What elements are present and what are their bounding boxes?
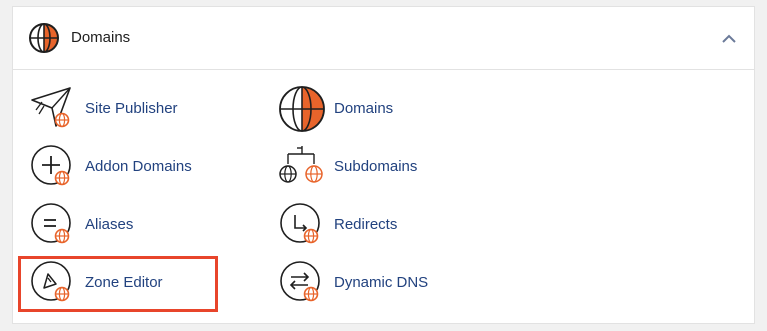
- tool-label-redirects: Redirects: [334, 216, 398, 233]
- swap-arrows-icon: [280, 261, 320, 302]
- redirect-arrow-icon: [280, 203, 320, 244]
- tool-label-subdomains: Subdomains: [334, 158, 418, 175]
- panel-header[interactable]: Domains: [13, 7, 754, 70]
- paper-plane-icon: [31, 87, 71, 128]
- equals-icon: [31, 203, 71, 244]
- tool-addon-domains[interactable]: Addon Domains: [30, 144, 250, 190]
- globe-icon: [29, 23, 59, 53]
- tool-redirects[interactable]: Redirects: [279, 202, 499, 248]
- chevron-up-icon[interactable]: [717, 29, 741, 49]
- tool-label-addon-domains: Addon Domains: [85, 158, 192, 175]
- tool-aliases[interactable]: Aliases: [30, 202, 250, 248]
- tool-site-publisher[interactable]: Site Publisher: [30, 86, 250, 132]
- tool-domains[interactable]: Domains: [279, 86, 499, 132]
- plus-icon: [31, 145, 71, 186]
- panel-title: Domains: [71, 29, 131, 46]
- tool-label-domains: Domains: [334, 100, 394, 117]
- globe-icon: [279, 86, 325, 132]
- tool-label-aliases: Aliases: [85, 216, 134, 233]
- zone-editor-icon: [31, 261, 71, 302]
- tool-label-zone-editor: Zone Editor: [85, 274, 163, 291]
- subdomains-tree-icon: [279, 146, 323, 183]
- tool-zone-editor[interactable]: Zone Editor: [30, 260, 250, 306]
- tool-label-dynamic-dns: Dynamic DNS: [334, 274, 429, 291]
- tool-dynamic-dns[interactable]: Dynamic DNS: [279, 260, 499, 306]
- tool-subdomains[interactable]: Subdomains: [279, 144, 499, 190]
- tool-label-site-publisher: Site Publisher: [85, 100, 178, 117]
